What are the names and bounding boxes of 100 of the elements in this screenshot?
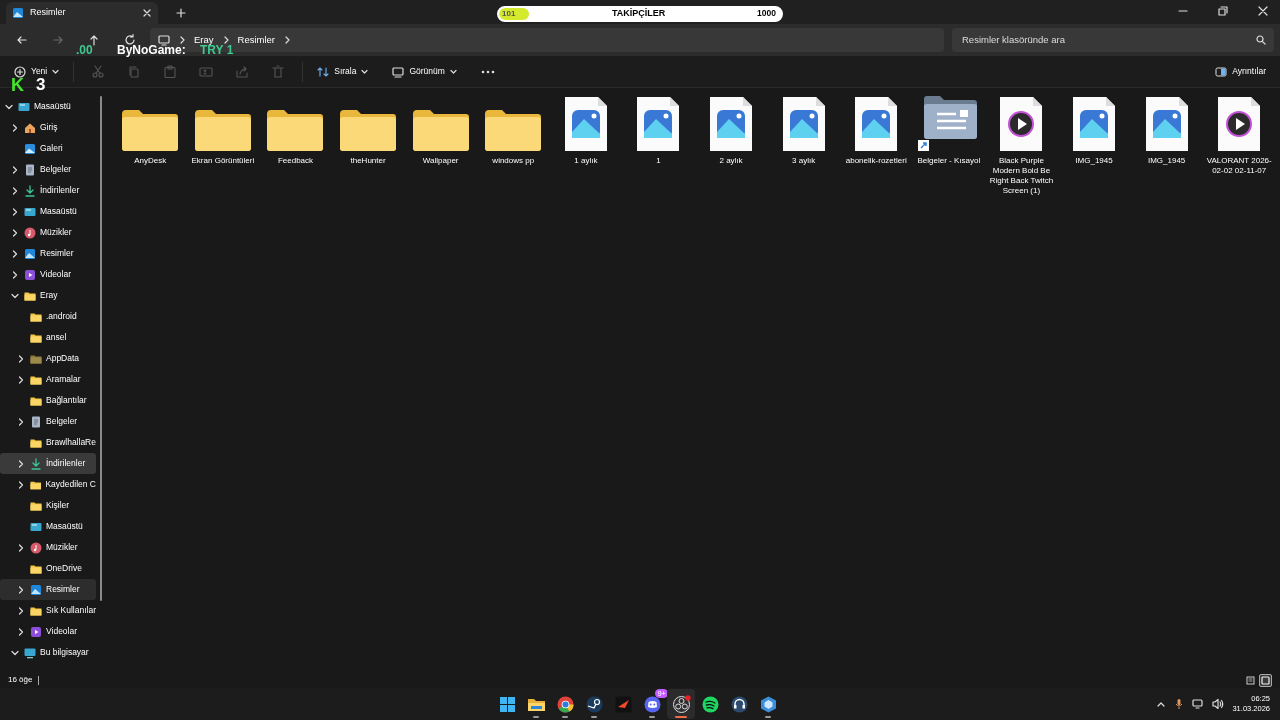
file-item[interactable]: 1 bbox=[622, 94, 695, 196]
start-icon bbox=[497, 694, 517, 714]
sidebar-item[interactable]: ansel bbox=[0, 327, 96, 348]
sidebar-item[interactable]: Videolar bbox=[0, 264, 96, 285]
share-icon bbox=[235, 64, 250, 79]
sidebar-item[interactable]: Resimler bbox=[0, 579, 96, 600]
chevron-icon[interactable] bbox=[10, 248, 20, 259]
restore-icon[interactable] bbox=[1218, 6, 1228, 16]
file-item[interactable]: 2 aylık bbox=[694, 94, 768, 196]
close-icon[interactable] bbox=[1258, 6, 1268, 16]
browser-icon bbox=[555, 694, 575, 714]
sidebar-item[interactable]: Eray bbox=[0, 285, 96, 306]
desktop-icon bbox=[18, 100, 30, 113]
view-button[interactable]: Görünüm bbox=[386, 62, 463, 81]
file-item[interactable]: Belgeler - Kısayol bbox=[912, 94, 986, 196]
chevron-icon[interactable] bbox=[16, 479, 26, 490]
search-box[interactable]: Resimler klasöründe ara bbox=[952, 28, 1274, 52]
image-file-icon bbox=[1072, 96, 1116, 152]
follower-count: 101 bbox=[502, 8, 516, 19]
chevron-icon[interactable] bbox=[10, 164, 20, 175]
chevron-icon[interactable] bbox=[10, 227, 20, 238]
plus-circle-icon bbox=[14, 65, 26, 78]
sidebar-item[interactable]: Bağlantılar bbox=[0, 390, 96, 411]
sidebar-item[interactable]: .android bbox=[0, 306, 96, 327]
gallery-icon bbox=[24, 142, 36, 155]
chevron-icon[interactable] bbox=[16, 584, 26, 595]
sidebar-item[interactable]: Aramalar bbox=[0, 369, 96, 390]
file-item[interactable]: IMG_1945 bbox=[1057, 94, 1131, 196]
close-tab-icon[interactable] bbox=[142, 8, 152, 18]
sidebar-item[interactable]: Masaüstü bbox=[0, 201, 96, 222]
chevron-icon[interactable] bbox=[16, 542, 26, 553]
file-item[interactable]: 3 aylık bbox=[767, 94, 840, 196]
sidebar-item[interactable]: Galeri bbox=[0, 138, 96, 159]
sidebar-item[interactable]: Kaydedilen C bbox=[0, 474, 96, 495]
document-icon bbox=[24, 163, 36, 176]
file-item[interactable]: windows pp bbox=[476, 94, 550, 196]
sidebar-item[interactable]: Masaüstü bbox=[0, 96, 96, 117]
counter-letter: K bbox=[11, 76, 24, 94]
breadcrumb-item[interactable]: Resimler bbox=[237, 32, 276, 48]
file-item[interactable]: abonelik-rozetleri bbox=[839, 94, 913, 196]
sidebar-item[interactable]: Müzikler bbox=[0, 222, 96, 243]
scrollbar[interactable] bbox=[100, 96, 102, 601]
details-view-button[interactable] bbox=[1243, 673, 1257, 687]
sidebar-item[interactable]: OneDrive bbox=[0, 558, 96, 579]
chevron-icon[interactable] bbox=[16, 374, 26, 385]
sidebar-item[interactable]: Giriş bbox=[0, 117, 96, 138]
chevron-icon[interactable] bbox=[16, 605, 26, 616]
search-icon bbox=[1256, 35, 1266, 45]
taskbar-app-button[interactable] bbox=[667, 689, 695, 719]
chevron-icon[interactable] bbox=[16, 458, 26, 469]
tiles-view-button[interactable] bbox=[1259, 673, 1272, 687]
image-file-icon bbox=[709, 96, 754, 152]
microphone-icon[interactable] bbox=[1174, 698, 1185, 710]
sort-button[interactable]: Sırala bbox=[311, 62, 375, 81]
file-item[interactable]: VALORANT 2026-02-02 02-11-07 bbox=[1202, 94, 1276, 196]
new-tab-icon[interactable] bbox=[176, 8, 186, 18]
file-item[interactable]: theHunter bbox=[331, 94, 405, 196]
file-item[interactable]: Feedback bbox=[259, 94, 332, 196]
sidebar-item[interactable]: BrawlhallaRe bbox=[0, 432, 96, 453]
sidebar-item[interactable]: Bu bilgisayar bbox=[0, 642, 96, 663]
chevron-icon[interactable] bbox=[10, 185, 20, 196]
volume-icon[interactable] bbox=[1212, 698, 1225, 710]
chevron-icon[interactable] bbox=[16, 353, 26, 364]
file-item[interactable]: 1 aylık bbox=[549, 94, 623, 196]
headset-icon bbox=[729, 694, 749, 714]
chevron-icon[interactable] bbox=[10, 122, 20, 133]
file-item[interactable]: Black Purple Modern Bold Be Right Back Twitch Screen (1) bbox=[985, 94, 1058, 196]
chevron-icon[interactable] bbox=[16, 416, 26, 427]
search-field[interactable]: Resimler klasöründe ara bbox=[960, 31, 1256, 49]
window-tab[interactable]: Resimler bbox=[6, 2, 158, 24]
sidebar-item[interactable]: İndirilenler bbox=[0, 453, 96, 474]
folder-icon bbox=[411, 108, 470, 152]
sidebar-item[interactable]: Sık Kullanılar bbox=[0, 600, 96, 621]
tiles-view-icon bbox=[1260, 674, 1271, 686]
pictures-icon bbox=[12, 7, 24, 19]
sidebar-item[interactable]: AppData bbox=[0, 348, 96, 369]
sidebar-item[interactable]: Müzikler bbox=[0, 537, 96, 558]
chevron-icon[interactable] bbox=[10, 269, 20, 280]
sidebar-item[interactable]: Masaüstü bbox=[0, 516, 96, 537]
sidebar-item[interactable]: Kişiler bbox=[0, 495, 96, 516]
sidebar-item[interactable]: Belgeler bbox=[0, 159, 96, 180]
file-item[interactable]: Wallpaper bbox=[404, 94, 477, 196]
file-item[interactable]: IMG_1945 bbox=[1130, 94, 1203, 196]
sidebar-item[interactable]: Resimler bbox=[0, 243, 96, 264]
sidebar-item[interactable]: İndirilenler bbox=[0, 180, 96, 201]
rename-icon bbox=[199, 64, 214, 79]
video-file-icon bbox=[1217, 96, 1262, 152]
sidebar-item[interactable]: Videolar bbox=[0, 621, 96, 642]
music-icon bbox=[30, 541, 42, 554]
chevron-icon[interactable] bbox=[16, 626, 26, 637]
file-item[interactable]: AnyDesk bbox=[114, 94, 187, 196]
sidebar-item[interactable]: Belgeler bbox=[0, 411, 96, 432]
image-file-icon bbox=[854, 96, 899, 152]
chevron-icon[interactable] bbox=[10, 206, 20, 217]
chat-icon bbox=[642, 694, 662, 714]
delete-icon bbox=[271, 64, 286, 79]
paste-icon bbox=[163, 64, 178, 79]
home-icon bbox=[24, 121, 36, 134]
file-item[interactable]: Ekran Görüntüleri bbox=[186, 94, 260, 196]
details-button[interactable]: Ayrıntılar bbox=[1209, 62, 1272, 81]
